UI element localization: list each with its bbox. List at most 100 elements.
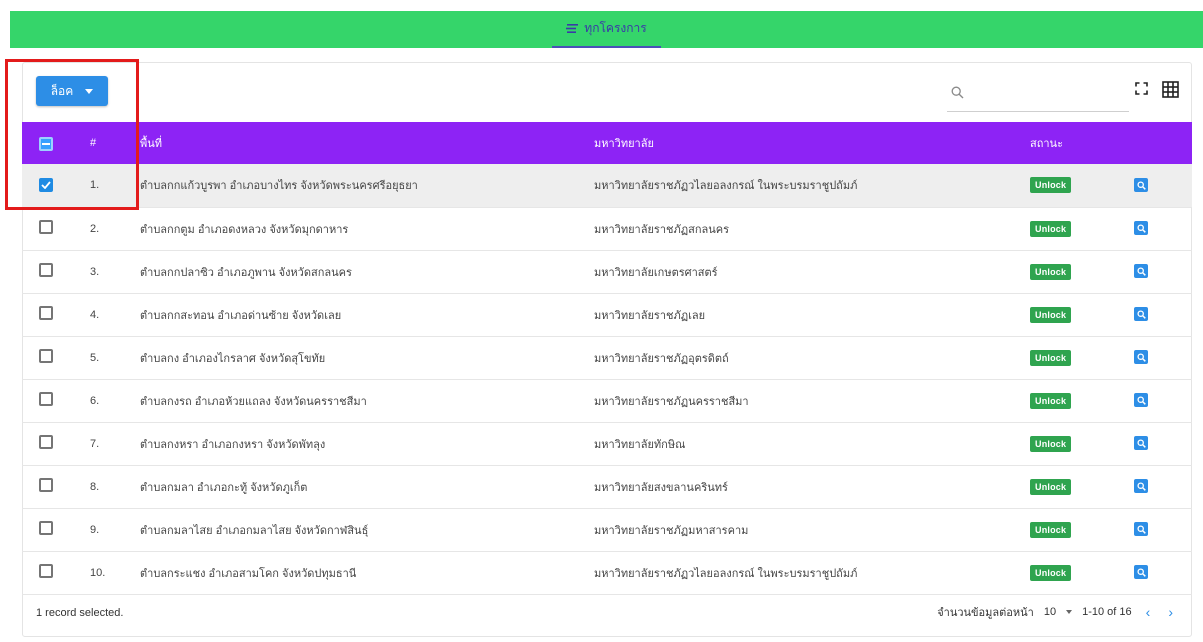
row-university: มหาวิทยาลัยเกษตรศาสตร์ [594, 250, 1024, 294]
header-status[interactable]: สถานะ [1024, 122, 1134, 164]
header-actions [1134, 122, 1192, 164]
row-area: ตำบลกมลา อำเภอกะทู้ จังหวัดภูเก็ต [140, 465, 594, 509]
view-details-button[interactable] [1134, 436, 1148, 451]
row-action-cell [1134, 379, 1192, 423]
table-row[interactable]: 6. ตำบลกงรถ อำเภอห้วยแถลง จังหวัดนครราชสี… [22, 379, 1192, 423]
page-range: 1-10 of 16 [1082, 606, 1132, 618]
table-row[interactable]: 3. ตำบลกกปลาซิว อำเภอภูพาน จังหวัดสกลนครม… [22, 250, 1192, 294]
prev-page-icon[interactable]: ‹ [1142, 604, 1155, 620]
tab-label: ทุกโครงการ [584, 21, 647, 35]
row-university: มหาวิทยาลัยสงขลานครินทร์ [594, 465, 1024, 509]
status-badge: Unlock [1030, 478, 1072, 495]
view-details-button[interactable] [1134, 178, 1148, 192]
row-area: ตำบลกกแก้วบูรพา อำเภอบางไทร จังหวัดพระนค… [140, 164, 594, 208]
rows-per-page-label: จำนวนข้อมูลต่อหน้า [937, 607, 1034, 619]
magnifier-icon [1136, 310, 1146, 319]
row-checkbox[interactable] [39, 306, 53, 320]
header-checkbox-cell [22, 122, 72, 164]
row-area: ตำบลกงรถ อำเภอห้วยแถลง จังหวัดนครราชสีมา [140, 379, 594, 423]
row-number: 8. [72, 465, 140, 509]
table-row[interactable]: 7. ตำบลกงหรา อำเภอกงหรา จังหวัดพัทลุง มหาว… [22, 422, 1192, 466]
row-action-cell [1134, 508, 1192, 552]
row-university: มหาวิทยาลัยทักษิณ [594, 422, 1024, 466]
search-box [947, 78, 1129, 112]
row-university: มหาวิทยาลัยราชภัฏสกลนคร [594, 207, 1024, 251]
row-number: 9. [72, 508, 140, 552]
view-details-button[interactable] [1134, 307, 1148, 322]
header-university[interactable]: มหาวิทยาลัย [594, 122, 1024, 164]
row-university: มหาวิทยาลัยราชภัฏนครราชสีมา [594, 379, 1024, 423]
status-badge: Unlock [1030, 349, 1072, 366]
row-status-cell: Unlock [1024, 250, 1134, 294]
row-checkbox[interactable] [39, 564, 53, 578]
row-checkbox[interactable] [39, 478, 53, 492]
header-index: # [72, 122, 140, 164]
status-badge: Unlock [1030, 564, 1072, 581]
projects-table: # พื้นที่ มหาวิทยาลัย สถานะ 1. ตำบลกกแก้ว… [22, 122, 1192, 595]
table-row[interactable]: 2. ตำบลกกตูม อำเภอดงหลวง จังหวัดมุกดาหารม… [22, 207, 1192, 251]
view-details-button[interactable] [1134, 479, 1148, 494]
rows-per-page-select[interactable]: 10 [1043, 606, 1073, 618]
table-row[interactable]: 1. ตำบลกกแก้วบูรพา อำเภอบางไทร จังหวัดพระ… [22, 164, 1192, 208]
select-all-checkbox[interactable] [39, 136, 53, 151]
row-checkbox[interactable] [39, 349, 53, 363]
row-action-cell [1134, 465, 1192, 509]
view-details-button[interactable] [1134, 264, 1148, 279]
row-status-cell: Unlock [1024, 336, 1134, 380]
table-header-row: # พื้นที่ มหาวิทยาลัย สถานะ [22, 122, 1192, 164]
search-icon [951, 86, 964, 104]
row-checkbox[interactable] [39, 220, 53, 234]
row-area: ตำบลกมลาไสย อำเภอกมลาไสย จังหวัดกาฬสินธุ… [140, 508, 594, 552]
row-area: ตำบลกระแชง อำเภอสามโคก จังหวัดปทุมธานี [140, 551, 594, 595]
view-details-button[interactable] [1134, 350, 1148, 365]
status-badge: Unlock [1030, 177, 1072, 194]
row-action-cell [1134, 164, 1192, 208]
row-checkbox[interactable] [39, 178, 53, 193]
magnifier-icon [1136, 353, 1146, 362]
row-checkbox[interactable] [39, 263, 53, 277]
row-status-cell: Unlock [1024, 207, 1134, 251]
rows-per-page-value: 10 [1043, 606, 1057, 618]
status-badge: Unlock [1030, 521, 1072, 538]
caret-down-icon [85, 88, 94, 94]
status-badge: Unlock [1030, 220, 1072, 237]
tab-all-projects[interactable]: ทุกโครงการ [552, 11, 661, 48]
row-action-cell [1134, 293, 1192, 337]
lock-dropdown-button[interactable]: ล็อค [36, 76, 108, 106]
list-icon [566, 24, 579, 33]
search-input[interactable] [974, 87, 1129, 102]
row-checkbox-cell [22, 250, 72, 294]
row-number: 5. [72, 336, 140, 380]
row-university: มหาวิทยาลัยราชภัฏอุตรดิตถ์ [594, 336, 1024, 380]
header-area[interactable]: พื้นที่ [140, 122, 594, 164]
row-area: ตำบลกงหรา อำเภอกงหรา จังหวัดพัทลุง [140, 422, 594, 466]
row-number: 2. [72, 207, 140, 251]
table-row[interactable]: 4. ตำบลกกสะทอน อำเภอด่านซ้าย จังหวัดเลย มห… [22, 293, 1192, 337]
row-checkbox[interactable] [39, 435, 53, 449]
status-badge: Unlock [1030, 435, 1072, 452]
row-status-cell: Unlock [1024, 422, 1134, 466]
view-details-button[interactable] [1134, 221, 1148, 236]
next-page-icon[interactable]: › [1164, 604, 1177, 620]
row-checkbox-cell [22, 293, 72, 337]
table-row[interactable]: 5. ตำบลกง อำเภองไกรลาศ จังหวัดสุโขทัย มหาว… [22, 336, 1192, 380]
status-badge: Unlock [1030, 263, 1072, 280]
table-row[interactable]: 10. ตำบลกระแชง อำเภอสามโคก จังหวัดปทุมธาน… [22, 551, 1192, 595]
view-details-button[interactable] [1134, 393, 1148, 408]
view-details-button[interactable] [1134, 522, 1148, 537]
magnifier-icon [1136, 267, 1146, 276]
magnifier-icon [1136, 396, 1146, 405]
row-university: มหาวิทยาลัยราชภัฏมหาสารคาม [594, 508, 1024, 552]
view-details-button[interactable] [1134, 565, 1148, 580]
status-badge: Unlock [1030, 392, 1072, 409]
magnifier-icon [1136, 482, 1146, 491]
lock-button-label: ล็อค [50, 83, 74, 98]
table-row[interactable]: 8. ตำบลกมลา อำเภอกะทู้ จังหวัดภูเก็ต มหาวิ… [22, 465, 1192, 509]
column-grid-icon[interactable] [1162, 81, 1179, 103]
row-checkbox[interactable] [39, 521, 53, 535]
row-area: ตำบลกกตูม อำเภอดงหลวง จังหวัดมุกดาหาร [140, 207, 594, 251]
fullscreen-icon[interactable] [1135, 82, 1148, 100]
table-row[interactable]: 9. ตำบลกมลาไสย อำเภอกมลาไสย จังหวัดกาฬสิน… [22, 508, 1192, 552]
row-checkbox[interactable] [39, 392, 53, 406]
row-checkbox-cell [22, 336, 72, 380]
